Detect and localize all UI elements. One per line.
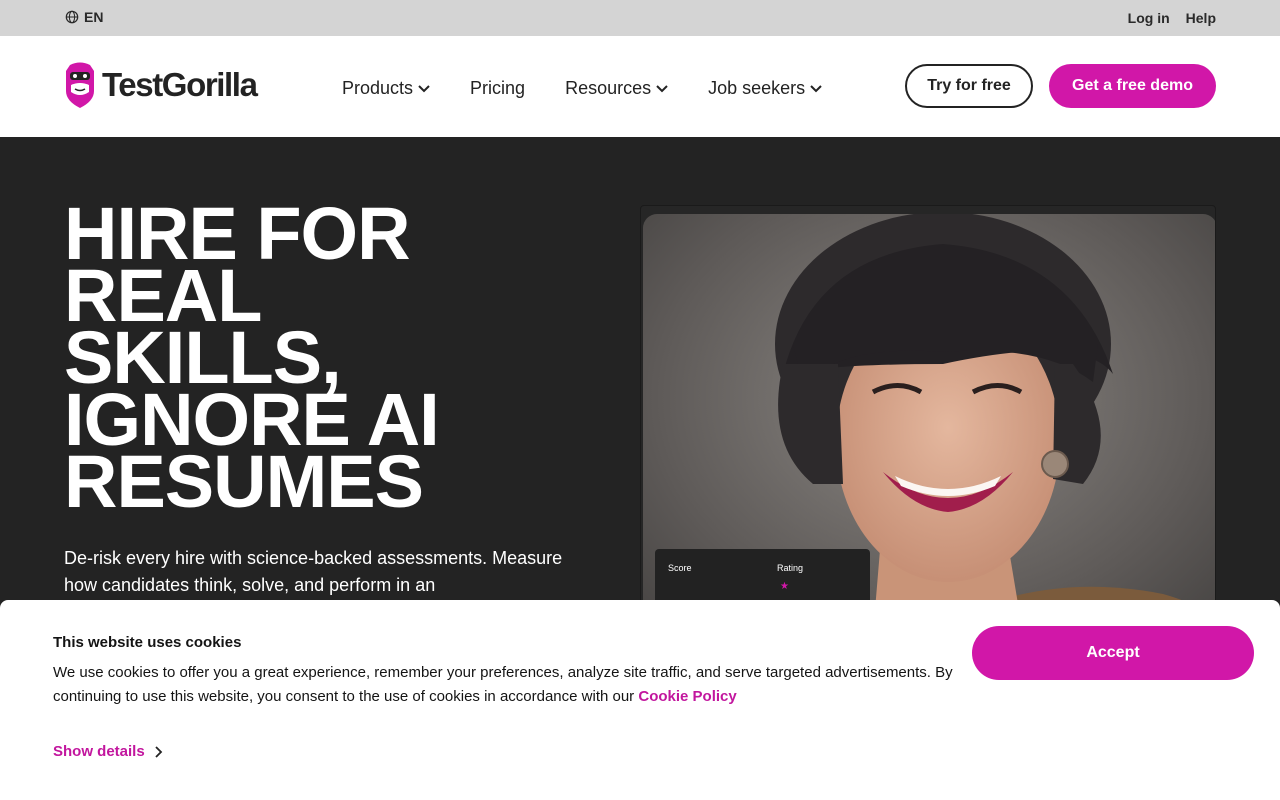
gorilla-logo-icon xyxy=(66,62,94,108)
language-label: EN xyxy=(84,9,104,25)
show-details-label: Show details xyxy=(53,743,145,760)
cookie-banner: This website uses cookies We use cookies… xyxy=(0,600,1280,800)
hero-subtitle: De-risk every hire with science-backed a… xyxy=(64,548,563,595)
chevron-down-icon xyxy=(656,84,668,92)
nav-pricing[interactable]: Pricing xyxy=(470,78,525,99)
hero-title: HIRE FOR REAL SKILLS, IGNORE AI RESUMES xyxy=(64,197,604,523)
free-demo-button[interactable]: Get a free demo xyxy=(1049,64,1216,108)
logo-text: TestGorilla xyxy=(102,66,258,103)
nav-products[interactable]: Products xyxy=(342,78,430,99)
chevron-right-icon xyxy=(155,745,162,758)
chevron-down-icon xyxy=(418,84,430,92)
accept-button[interactable]: Accept xyxy=(972,626,1254,680)
site-header: TestGorilla Products Pricing Resources J… xyxy=(0,36,1280,137)
nav-resources[interactable]: Resources xyxy=(565,78,668,99)
logo[interactable]: TestGorilla xyxy=(64,61,258,109)
globe-icon xyxy=(65,10,79,24)
login-link[interactable]: Log in xyxy=(1128,10,1170,26)
language-selector[interactable]: EN xyxy=(65,9,103,25)
cookie-body: We use cookies to offer you a great expe… xyxy=(53,661,953,709)
star-icon: ★ xyxy=(780,581,789,592)
cookie-body-text: We use cookies to offer you a great expe… xyxy=(53,664,953,705)
nav-job-seekers-label: Job seekers xyxy=(708,78,806,98)
nav-products-label: Products xyxy=(342,78,414,98)
utility-bar: EN Log in Help xyxy=(0,0,1280,36)
hero-title-line: RESUMES xyxy=(64,440,424,523)
nav-pricing-label: Pricing xyxy=(470,78,526,98)
chevron-down-icon xyxy=(810,84,822,92)
hero-media: Score Rating ★ xyxy=(640,205,1216,665)
help-link[interactable]: Help xyxy=(1186,10,1216,26)
try-free-button[interactable]: Try for free xyxy=(905,64,1033,108)
nav-job-seekers[interactable]: Job seekers xyxy=(708,78,822,99)
show-details-button[interactable]: Show details xyxy=(53,743,163,760)
rating-label: Rating xyxy=(777,563,804,573)
main-nav: Products Pricing Resources Job seekers xyxy=(342,78,862,99)
score-label: Score xyxy=(668,563,692,573)
nav-resources-label: Resources xyxy=(565,78,652,98)
cookie-policy-link[interactable]: Cookie Policy xyxy=(638,688,736,705)
cookie-title: This website uses cookies xyxy=(53,634,242,651)
